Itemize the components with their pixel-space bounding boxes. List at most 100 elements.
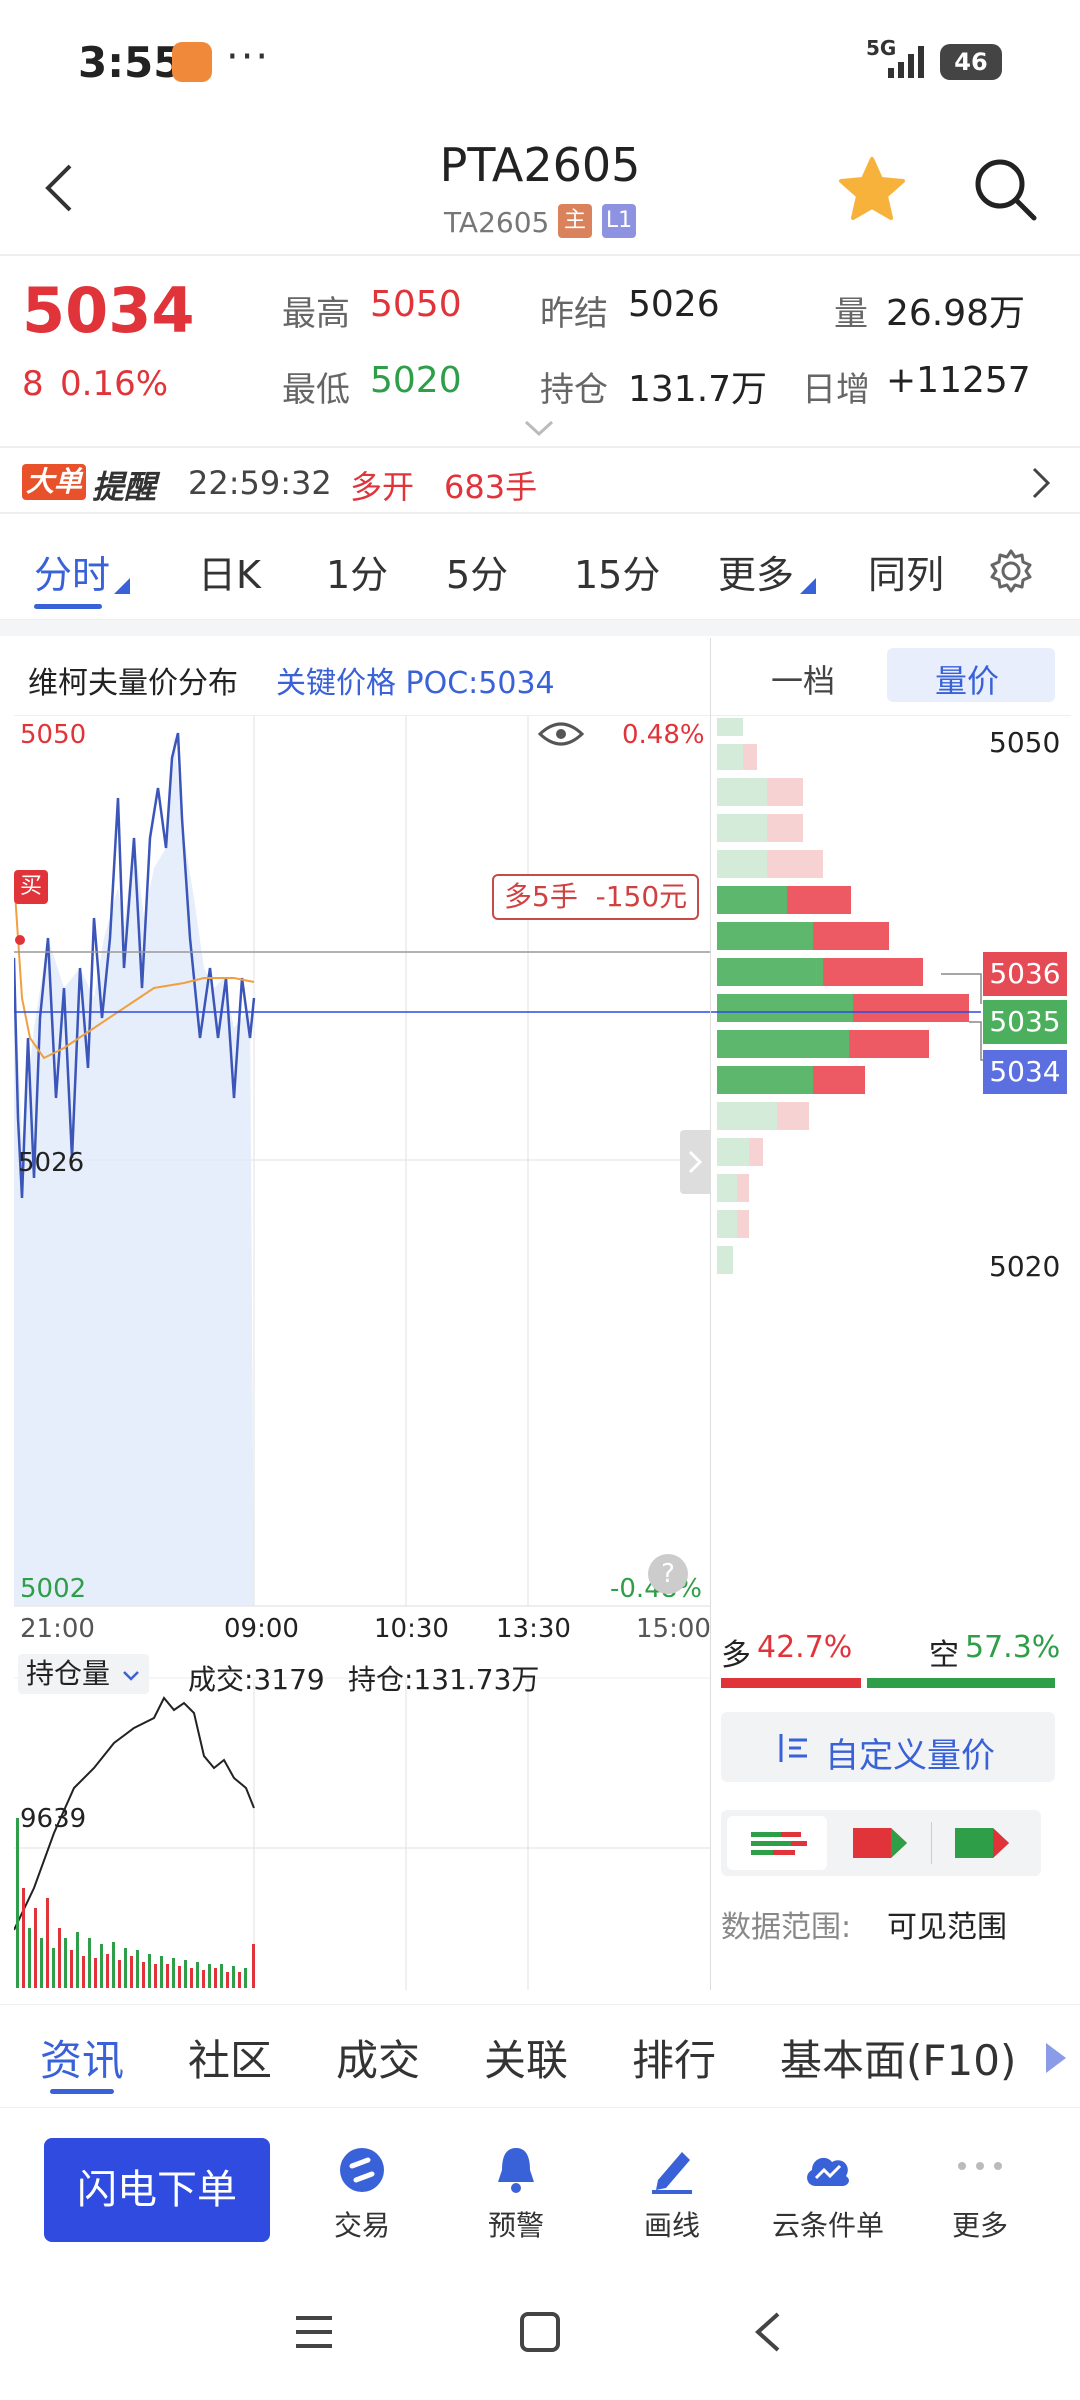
axis-top-price: 5050 <box>20 720 87 750</box>
daily-inc-value: +11257 <box>886 360 1031 401</box>
more-dots-icon <box>958 2162 1002 2170</box>
tab-news[interactable]: 资讯 <box>40 2027 124 2088</box>
axis-top-pct: 0.48% <box>622 720 705 750</box>
profile-top-price: 5050 <box>989 726 1061 759</box>
tab-related[interactable]: 关联 <box>484 2027 568 2088</box>
flash-order-button[interactable]: 闪电下单 <box>44 2138 270 2242</box>
style-option-lines[interactable] <box>727 1816 827 1870</box>
long-label: 多 <box>721 1638 751 1673</box>
search-icon[interactable] <box>972 156 1038 222</box>
time-label-0900: 09:00 <box>224 1614 299 1644</box>
alert-button[interactable]: 预警 <box>466 2146 566 2246</box>
alert-time: 22:59:32 <box>188 464 332 502</box>
long-pct: 42.7% <box>757 1630 853 1665</box>
intraday-chart[interactable]: 维柯夫量价分布 关键价格 POC:5034 5050 0.48% 5026 50… <box>14 638 711 1990</box>
trade-label: 交易 <box>333 2209 390 2242</box>
tab-1min[interactable]: 1分 <box>326 544 388 599</box>
status-bar: 3:55 ··· 5G 46 <box>0 0 1080 120</box>
alert-lots: 683手 <box>444 468 538 506</box>
tab-fundamentals[interactable]: 基本面(F10) <box>780 2027 1016 2088</box>
position-pnl-label[interactable]: 多5手 -150元 <box>492 874 700 920</box>
time-label-1330: 13:30 <box>496 1614 571 1644</box>
battery-indicator: 46 <box>940 44 1002 80</box>
chart-header: 维柯夫量价分布 关键价格 POC:5034 <box>14 638 710 716</box>
cloud-icon <box>807 2157 849 2186</box>
short-label: 空 <box>929 1638 959 1673</box>
app-notification-icon <box>172 42 212 82</box>
prev-settle-label: 昨结 <box>540 294 608 334</box>
level1-tag: L1 <box>602 204 636 238</box>
more-dropdown-icon <box>800 578 816 594</box>
sub-indicator-selector[interactable]: 持仓量 <box>18 1654 150 1694</box>
settings-gear-icon[interactable] <box>988 548 1034 594</box>
buy-marker-dot <box>15 935 25 945</box>
draw-line-label: 画线 <box>643 2209 700 2242</box>
tab-ranking[interactable]: 排行 <box>632 2027 716 2088</box>
high-label: 最高 <box>282 294 350 334</box>
page-header: PTA2605 TA2605 主 L1 <box>0 120 1080 256</box>
status-time: 3:55 <box>78 38 183 87</box>
cloud-order-label: 云条件单 <box>771 2209 884 2242</box>
alert-direction: 多开 <box>350 468 415 506</box>
tab-timeshare[interactable]: 分时 <box>34 544 110 599</box>
buy-tag[interactable]: 买 <box>14 870 48 904</box>
tab-community[interactable]: 社区 <box>188 2027 272 2088</box>
sub-volume: 成交:3179 <box>188 1663 325 1696</box>
low-value: 5020 <box>370 360 462 401</box>
action-bar: 闪电下单 交易 预警 画线 云条件单 更多 <box>0 2110 1080 2270</box>
tab-5min[interactable]: 5分 <box>446 544 508 599</box>
home-icon[interactable] <box>518 2310 562 2354</box>
eye-icon[interactable] <box>538 718 584 750</box>
expand-chevron-icon[interactable] <box>522 418 556 438</box>
info-tab-indicator <box>50 2089 114 2094</box>
tab-15min[interactable]: 15分 <box>574 544 660 599</box>
data-range-value[interactable]: 可见范围 <box>887 1902 1007 1946</box>
chart-canvas <box>14 716 710 1990</box>
help-icon[interactable]: ? <box>648 1554 688 1594</box>
axis-mid-price: 5026 <box>18 1148 85 1178</box>
profile-bottom-price: 5020 <box>989 1250 1061 1283</box>
depth-tabs: 一档 量价 <box>711 638 1071 716</box>
favorite-star-icon[interactable] <box>838 156 906 222</box>
axis-bottom-price: 5002 <box>20 1574 87 1604</box>
short-ratio-bar <box>867 1678 1055 1688</box>
oi-label: 持仓 <box>540 370 608 410</box>
custom-volume-price-button[interactable]: 自定义量价 <box>721 1712 1055 1782</box>
tab-dropdown-icon <box>114 578 130 594</box>
menu-icon[interactable] <box>292 2312 336 2352</box>
price-tag-5035: 5035 <box>983 1000 1067 1044</box>
custom-button-label: 自定义量价 <box>825 1736 995 1776</box>
tab-volume-price[interactable]: 量价 <box>935 656 999 702</box>
style-option-red-arrow[interactable] <box>851 1824 911 1862</box>
draw-line-button[interactable]: 画线 <box>622 2146 722 2246</box>
price-tag-5036: 5036 <box>983 952 1067 996</box>
quote-panel: 5034 8 0.16% 最高 5050 最低 5020 昨结 5026 持仓 … <box>0 258 1080 448</box>
pen-icon <box>652 2152 692 2194</box>
tab-trades[interactable]: 成交 <box>336 2027 420 2088</box>
style-option-green-arrow[interactable] <box>953 1824 1013 1862</box>
panel-expand-handle[interactable] <box>680 1130 710 1194</box>
alert-badge: 大单 <box>22 464 87 500</box>
tab-level1[interactable]: 一档 <box>771 656 835 702</box>
chevron-right-icon[interactable] <box>1030 466 1052 500</box>
cloud-order-button[interactable]: 云条件单 <box>758 2146 898 2246</box>
tab-more[interactable]: 更多 <box>718 544 794 599</box>
volume-value: 26.98万 <box>886 293 1026 334</box>
main-contract-tag: 主 <box>558 204 592 238</box>
poc-label: 关键价格 POC:5034 <box>276 666 555 701</box>
signal-icon <box>888 46 924 78</box>
alert-badge-text: 提醒 <box>92 468 157 506</box>
tab-same-list[interactable]: 同列 <box>868 544 944 599</box>
trade-button[interactable]: 交易 <box>312 2146 412 2246</box>
tab-daily-k[interactable]: 日K <box>198 544 261 599</box>
volume-profile-bars <box>711 718 993 1274</box>
time-label-start: 21:00 <box>20 1614 95 1644</box>
more-button[interactable]: 更多 <box>930 2146 1030 2246</box>
data-range-label: 数据范围: <box>721 1910 852 1945</box>
sub-axis-label: 9639 <box>20 1804 87 1834</box>
nav-back-icon[interactable] <box>752 2310 784 2354</box>
big-order-alert[interactable]: 大单 提醒 22:59:32 多开 683手 <box>0 450 1080 514</box>
price-change: 8 <box>22 364 44 404</box>
scroll-right-icon[interactable] <box>1044 2041 1068 2075</box>
list-icon <box>779 1734 807 1762</box>
